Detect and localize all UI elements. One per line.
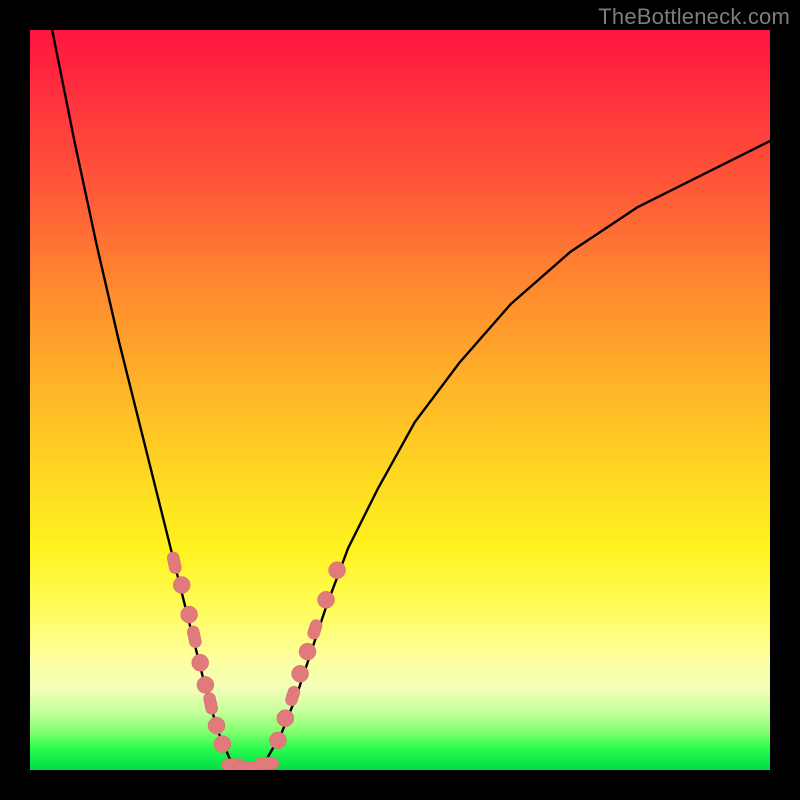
- data-point: [186, 625, 202, 649]
- bottleneck-curve: [52, 30, 770, 770]
- data-point: [202, 691, 218, 715]
- plot-area: [30, 30, 770, 770]
- data-point: [214, 736, 231, 753]
- curve-layer: [30, 30, 770, 770]
- data-point: [329, 562, 346, 579]
- data-point: [292, 665, 309, 682]
- chart-frame: TheBottleneck.com: [0, 0, 800, 800]
- data-point: [192, 654, 209, 671]
- data-point: [269, 732, 286, 749]
- marker-group: [166, 551, 345, 770]
- data-point: [173, 577, 190, 594]
- data-point: [255, 757, 279, 769]
- data-point: [208, 717, 225, 734]
- data-point: [197, 676, 214, 693]
- data-point: [181, 606, 198, 623]
- data-point: [277, 710, 294, 727]
- data-point: [318, 591, 335, 608]
- data-point: [299, 643, 316, 660]
- data-point: [166, 551, 182, 575]
- watermark-text: TheBottleneck.com: [598, 4, 790, 30]
